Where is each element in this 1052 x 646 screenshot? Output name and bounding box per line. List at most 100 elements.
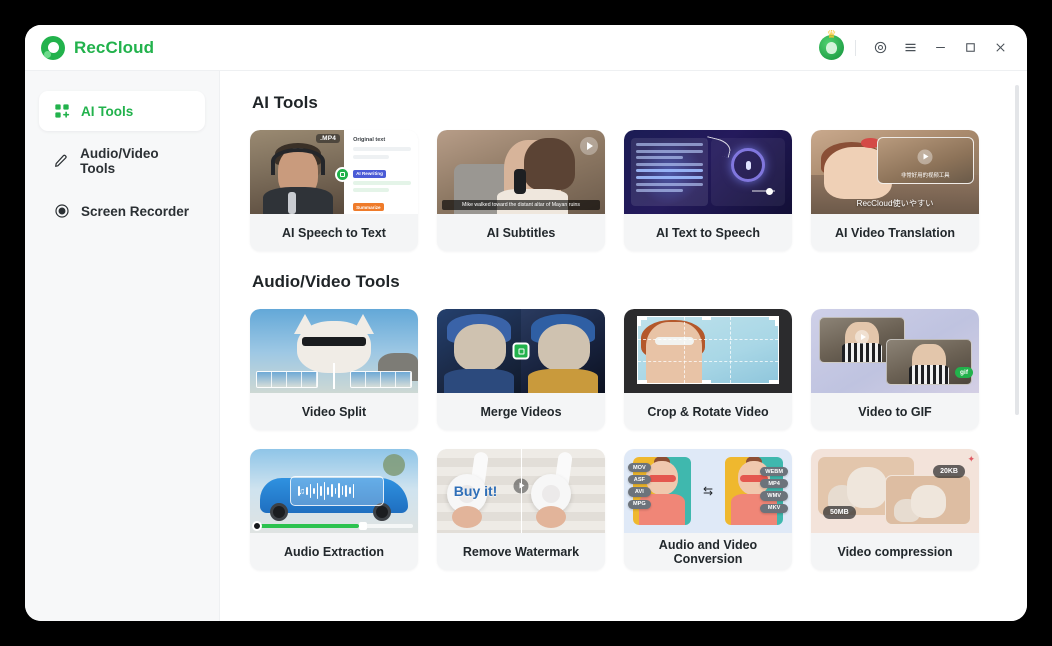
scrollbar-track[interactable] xyxy=(1015,85,1019,611)
waveform-overlay: ♫ xyxy=(290,475,385,506)
gear-icon[interactable] xyxy=(867,35,893,61)
watermark-text: Buy it! xyxy=(453,482,498,499)
maximize-icon[interactable] xyxy=(957,35,983,61)
close-icon[interactable] xyxy=(987,35,1013,61)
format-badge: WMV xyxy=(760,491,788,501)
card-label: AI Subtitles xyxy=(437,214,605,251)
thumbnail: ♫ xyxy=(250,449,418,533)
card-label: Remove Watermark xyxy=(437,533,605,570)
scrollbar-thumb[interactable] xyxy=(1015,85,1019,415)
app-window: RecCloud ♛ AI Tools Audio/Video Tools Sc… xyxy=(25,25,1027,621)
inset-caption: 非常好用的视频工具 xyxy=(901,173,950,180)
target-format-badges: WEBM MP4 WMV MKV xyxy=(760,467,788,513)
speed-slider xyxy=(752,187,775,195)
card-label: Audio and Video Conversion xyxy=(624,533,792,570)
thumbnail: 非常好用的视频工具 RecCloud使いやすい xyxy=(811,130,979,214)
avatar-body xyxy=(826,41,837,54)
audio-video-tools-grid: Video Split Merge Videos Crop & Rotate V… xyxy=(250,309,993,570)
transcript-panel: Original text AI Rewriting Summarize xyxy=(335,130,418,214)
card-remove-watermark[interactable]: Buy it! Remove Watermark xyxy=(437,449,605,570)
sidebar-item-label: Screen Recorder xyxy=(81,203,190,219)
card-label: AI Speech to Text xyxy=(250,214,418,251)
music-note-icon: ♫ xyxy=(298,485,306,496)
format-badge: .MP4 xyxy=(316,134,341,143)
brand: RecCloud xyxy=(41,35,155,60)
card-label: Video compression xyxy=(811,533,979,570)
card-label: Video to GIF xyxy=(811,393,979,430)
card-video-split[interactable]: Video Split xyxy=(250,309,418,430)
content-area: AI Tools .MP4 Original text AI Rewriting… xyxy=(220,71,1027,621)
section-audio-video-tools: Audio/Video Tools Video Split Merge Vide… xyxy=(250,272,993,570)
card-label: Merge Videos xyxy=(437,393,605,430)
thumbnail xyxy=(624,309,792,393)
main-shell: AI Tools Audio/Video Tools Screen Record… xyxy=(25,71,1027,621)
reccloud-logo-icon xyxy=(41,35,65,60)
thumbnail: 50MB 20KB ✦ xyxy=(811,449,979,533)
play-icon xyxy=(855,330,869,345)
thumbnail: .MP4 Original text AI Rewriting Summariz… xyxy=(250,130,418,214)
card-crop-rotate-video[interactable]: Crop & Rotate Video xyxy=(624,309,792,430)
card-label: AI Video Translation xyxy=(811,214,979,251)
voice-stage xyxy=(711,138,785,206)
size-after-badge: 20KB xyxy=(933,465,965,478)
source-format-badges: MOV ASF AVI MPG xyxy=(628,463,651,509)
card-audio-video-conversion[interactable]: ⇆ MOV ASF AVI MPG WEBM MP4 WMV MKV Audio… xyxy=(624,449,792,570)
divider xyxy=(855,39,856,56)
sidebar-item-label: AI Tools xyxy=(81,103,134,119)
swap-icon: ⇆ xyxy=(702,484,714,498)
sparkle-icon: ✦ xyxy=(967,454,975,464)
format-badge: AVI xyxy=(628,487,651,497)
photo: .MP4 xyxy=(250,130,345,214)
thumbnail: Buy it! xyxy=(437,449,605,533)
card-ai-video-translation[interactable]: 非常好用的视频工具 RecCloud使いやすい AI Video Transla… xyxy=(811,130,979,251)
size-before-badge: 50MB xyxy=(823,506,856,519)
record-dot-icon xyxy=(252,521,262,531)
card-merge-videos[interactable]: Merge Videos xyxy=(437,309,605,430)
section-ai-tools: AI Tools .MP4 Original text AI Rewriting… xyxy=(250,93,993,251)
app-title: RecCloud xyxy=(74,37,155,57)
card-ai-speech-to-text[interactable]: .MP4 Original text AI Rewriting Summariz… xyxy=(250,130,418,251)
ai-tools-grid: .MP4 Original text AI Rewriting Summariz… xyxy=(250,130,993,251)
card-audio-extraction[interactable]: ♫ Audio Extraction xyxy=(250,449,418,570)
format-badge: WEBM xyxy=(760,467,788,477)
ai-badge-icon xyxy=(335,166,351,182)
sidebar-item-screen-recorder[interactable]: Screen Recorder xyxy=(39,191,205,231)
subtitle-jp: RecCloud使いやすい xyxy=(856,199,934,208)
tag-summarize: Summarize xyxy=(353,203,384,211)
sidebar-item-label: Audio/Video Tools xyxy=(80,146,159,176)
format-badge: MP4 xyxy=(760,479,788,489)
hamburger-menu-icon[interactable] xyxy=(897,35,923,61)
gif-badge: gif xyxy=(955,367,973,378)
section-title: AI Tools xyxy=(252,93,318,112)
microphone-icon xyxy=(731,148,766,183)
thumbnail: gif xyxy=(811,309,979,393)
card-ai-text-to-speech[interactable]: AI Text to Speech xyxy=(624,130,792,251)
pencil-icon xyxy=(53,153,69,170)
tag-ai-rewriting: AI Rewriting xyxy=(353,169,386,178)
card-label: AI Text to Speech xyxy=(624,214,792,251)
grid-plus-icon xyxy=(53,103,70,120)
play-icon xyxy=(580,137,598,155)
gif-frame-2 xyxy=(886,339,972,385)
window-controls: ♛ xyxy=(819,30,1013,61)
sidebar: AI Tools Audio/Video Tools Screen Record… xyxy=(25,71,220,621)
merge-badge-icon xyxy=(512,342,530,360)
progress-bar xyxy=(255,522,413,530)
compressed-frame xyxy=(885,475,971,525)
card-video-to-gif[interactable]: gif Video to GIF xyxy=(811,309,979,430)
format-badge: MPG xyxy=(628,499,651,509)
format-badge: MOV xyxy=(628,463,651,473)
format-badge: MKV xyxy=(760,503,788,513)
text-panel xyxy=(631,138,709,206)
card-label: Crop & Rotate Video xyxy=(624,393,792,430)
sidebar-item-ai-tools[interactable]: AI Tools xyxy=(39,91,205,131)
sidebar-item-audio-video-tools[interactable]: Audio/Video Tools xyxy=(39,141,205,181)
minimize-icon[interactable] xyxy=(927,35,953,61)
card-ai-subtitles[interactable]: Mike walked toward the distant altar of … xyxy=(437,130,605,251)
thumbnail xyxy=(624,130,792,214)
thumbnail xyxy=(437,309,605,393)
thumbnail: ⇆ MOV ASF AVI MPG WEBM MP4 WMV MKV xyxy=(624,449,792,533)
user-avatar-crown-icon[interactable]: ♛ xyxy=(819,30,844,60)
record-circle-icon xyxy=(53,203,70,220)
card-video-compression[interactable]: 50MB 20KB ✦ Video compression xyxy=(811,449,979,570)
